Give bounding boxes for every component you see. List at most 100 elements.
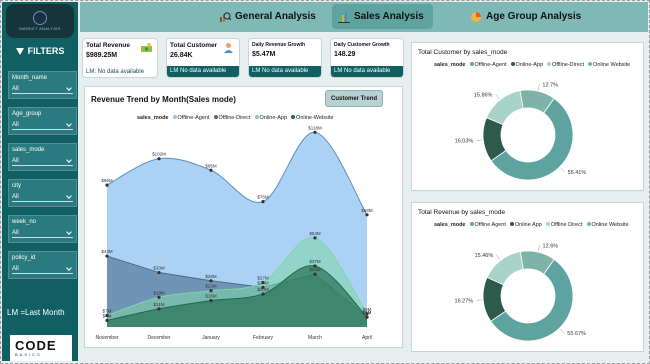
customer-trend-button[interactable]: Customer Trend xyxy=(325,90,383,107)
kpi-lm: LM No data available xyxy=(167,66,239,77)
data-label: $95M xyxy=(205,163,217,168)
brand-main: CODE xyxy=(15,337,57,353)
kpi-total-customer: Total Customer 26.84K LM No data availab… xyxy=(166,38,240,78)
filter-dropdown[interactable]: All xyxy=(12,192,73,202)
tab-label: Age Group Analysis xyxy=(486,11,582,22)
x-tick-label: February xyxy=(253,335,274,341)
x-tick-label: March xyxy=(308,335,322,341)
data-label: $6M xyxy=(363,310,372,315)
point-offline-direct[interactable] xyxy=(209,279,213,283)
legend-label: Offline-Agent xyxy=(474,62,507,68)
legend-item-online-app: Online-App xyxy=(510,62,543,68)
point-offline-agent[interactable] xyxy=(313,130,317,134)
legend-label: Offline-Direct xyxy=(552,62,585,68)
donut-legend: sales_mode Offline-Agent Online-App Offlin… xyxy=(434,62,630,68)
data-label: $4M xyxy=(103,313,112,318)
data-label: $43M xyxy=(101,249,113,254)
legend-label: Offline Agent xyxy=(474,222,506,228)
data-label: $76M xyxy=(257,195,269,200)
point-offline-direct[interactable] xyxy=(313,272,317,276)
pie-chart-icon xyxy=(471,11,481,22)
point-offline-agent[interactable] xyxy=(365,213,369,217)
leader-line xyxy=(559,328,565,334)
legend-swatch xyxy=(469,62,474,66)
customer-donut-card: Total Customer by sales_mode sales_mode … xyxy=(411,42,644,191)
filter-dropdown[interactable]: All xyxy=(12,84,73,94)
tab-general-analysis[interactable]: General Analysis xyxy=(213,4,322,29)
point-online-website[interactable] xyxy=(105,318,109,322)
filter-label: week_no xyxy=(12,219,37,225)
point-offline-agent[interactable] xyxy=(157,157,161,161)
slice-label: 55.67% xyxy=(567,331,586,337)
data-label: $118M xyxy=(308,125,322,130)
filter-sales-mode[interactable]: sales_mode All xyxy=(8,143,77,171)
filter-city[interactable]: city All xyxy=(8,179,77,207)
data-label: $11M xyxy=(154,302,165,307)
filter-policy-id[interactable]: policy_id All xyxy=(8,251,77,279)
tab-label: General Analysis xyxy=(235,11,316,22)
chevron-down-icon xyxy=(66,120,72,127)
data-label: $86M xyxy=(101,178,113,183)
chevron-down-icon xyxy=(66,156,72,163)
filter-week-no[interactable]: week_no All xyxy=(8,215,77,243)
filter-month-name[interactable]: Month_name All xyxy=(8,71,77,99)
point-offline-agent[interactable] xyxy=(105,183,109,187)
point-online-app[interactable] xyxy=(313,236,317,240)
legend-swatch xyxy=(586,222,591,226)
point-online-app[interactable] xyxy=(157,295,161,299)
point-online-website[interactable] xyxy=(261,292,265,296)
legend-label: Online Website xyxy=(591,222,629,228)
filter-dropdown[interactable]: All xyxy=(12,156,73,166)
chevron-down-icon xyxy=(66,84,72,91)
kpi-value: $989.25M xyxy=(86,52,118,59)
chevron-down-icon xyxy=(66,192,72,199)
filter-dropdown[interactable]: All xyxy=(12,120,73,130)
revenue-donut-card: Total Revenue by sales_mode sales_mode O… xyxy=(411,202,644,352)
point-online-app[interactable] xyxy=(261,280,265,285)
point-offline-agent[interactable] xyxy=(261,200,265,204)
tab-age-group-analysis[interactable]: Age Group Analysis xyxy=(464,4,587,29)
data-label: $102M xyxy=(152,152,166,157)
legend-swatch xyxy=(469,222,474,226)
legend-title: sales_mode xyxy=(434,222,466,228)
slice-label: 12.6% xyxy=(543,243,559,249)
data-label: $37M xyxy=(309,259,321,264)
brand-logo: CODE BASICS xyxy=(10,335,72,361)
data-label: $28M xyxy=(205,274,217,279)
filter-dropdown[interactable]: All xyxy=(12,228,73,238)
kpi-title: Daily Customer Growth xyxy=(334,42,390,48)
bar-chart-icon xyxy=(338,12,350,23)
legend-swatch xyxy=(545,222,550,226)
data-label: $16M xyxy=(205,294,217,299)
leader-line xyxy=(537,245,540,252)
filter-label: policy_id xyxy=(12,255,36,261)
point-online-website[interactable] xyxy=(209,299,213,303)
kpi-daily-revenue-growth: Daily Revenue Growth $5.47M LM No data a… xyxy=(248,38,322,78)
point-online-website[interactable] xyxy=(365,315,369,319)
point-online-app[interactable] xyxy=(209,289,213,293)
data-label: $32M xyxy=(309,267,321,272)
filter-age-group[interactable]: Age_group All xyxy=(8,107,77,135)
filter-dropdown[interactable]: All xyxy=(12,264,73,274)
data-label: $20M xyxy=(257,287,269,292)
slice-label: 12.7% xyxy=(542,82,558,88)
legend-swatch xyxy=(547,62,552,66)
filter-value: All xyxy=(12,230,19,236)
chevron-down-icon xyxy=(66,228,72,235)
legend-label: Offline Direct xyxy=(550,222,583,228)
point-offline-direct[interactable] xyxy=(157,270,161,275)
kpi-daily-customer-growth: Daily Customer Growth 148.29 LM No data … xyxy=(330,38,404,78)
point-online-website[interactable] xyxy=(313,264,317,268)
revenue-donut-chart: 55.67% 16.27% 15.46% 12.6% xyxy=(455,243,586,342)
filter-label: Month_name xyxy=(12,75,48,81)
donut-title: Total Revenue by sales_mode xyxy=(418,209,506,216)
legend-swatch xyxy=(509,222,514,226)
tab-sales-analysis[interactable]: Sales Analysis xyxy=(332,4,433,29)
point-offline-direct[interactable] xyxy=(105,254,109,258)
sidebar: MARKET ANALYSIS FILTERS Month_name All A… xyxy=(2,2,78,361)
point-online-website[interactable] xyxy=(157,307,161,311)
money-icon xyxy=(141,43,152,52)
point-offline-agent[interactable] xyxy=(209,168,213,172)
kpi-title: Daily Revenue Growth xyxy=(252,42,306,48)
slice-label: 15.46% xyxy=(475,253,494,259)
